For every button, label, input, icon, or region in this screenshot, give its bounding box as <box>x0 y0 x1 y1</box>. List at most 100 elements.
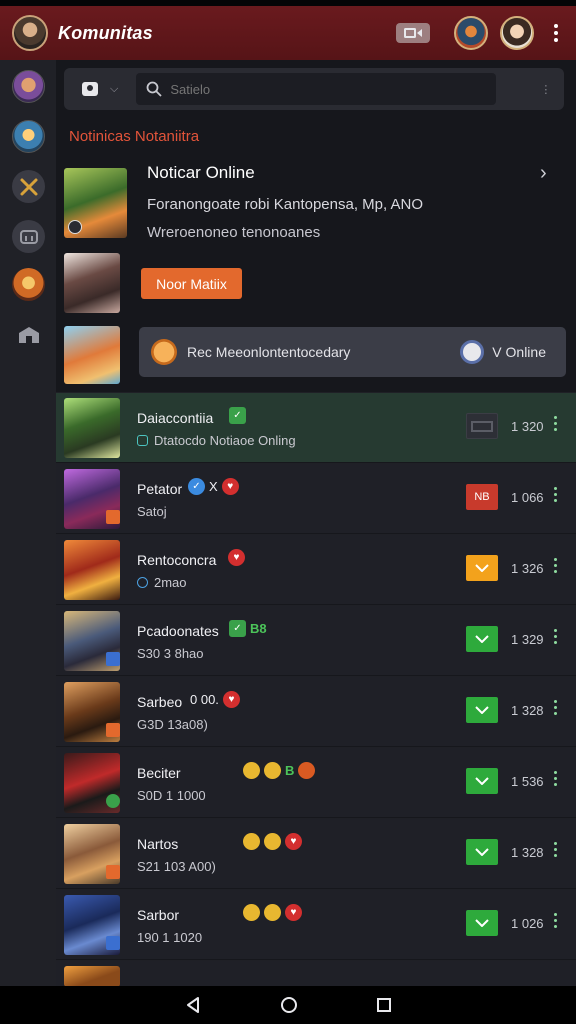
rank-badge-icon <box>106 794 120 808</box>
notice-heading: Noticar Online <box>147 163 255 182</box>
status-indicator <box>466 839 498 865</box>
more-options-icon[interactable] <box>554 416 557 431</box>
notice-thumbnail <box>64 326 120 384</box>
profile-avatar[interactable] <box>12 15 48 51</box>
more-options-icon[interactable] <box>554 558 557 573</box>
verified-icon: ✓ <box>188 478 205 495</box>
list-item[interactable] <box>56 960 576 987</box>
more-options-icon[interactable] <box>554 487 557 502</box>
more-options-icon[interactable] <box>554 771 557 786</box>
member-subtitle: 190 1 1020 <box>137 930 203 945</box>
member-badges: ✓ X ♥ <box>188 478 239 495</box>
camera-icon[interactable] <box>82 82 98 96</box>
overflow-icon[interactable]: ⋮ <box>540 83 551 96</box>
rank-badge-icon <box>106 652 120 666</box>
heart-icon: ♥ <box>222 691 240 708</box>
member-count: 1 320 <box>511 419 544 434</box>
section-title: Notinicas Notaniitra <box>69 128 200 145</box>
rail-guild-avatar[interactable] <box>12 268 45 301</box>
recents-icon[interactable] <box>376 997 392 1013</box>
list-item[interactable]: Sarbeo 0 00. ♥ G3D 13a08) 1 328 <box>56 676 576 746</box>
status-indicator <box>466 413 498 439</box>
home-icon[interactable] <box>280 996 298 1014</box>
member-subtitle-text: 2mao <box>154 575 187 590</box>
check-icon: ✓ <box>229 620 246 637</box>
member-subtitle: S30 3 8hao <box>137 646 204 661</box>
chevron-right-icon[interactable]: › <box>540 162 547 185</box>
member-name: Beciter <box>137 765 181 781</box>
friend-avatar[interactable] <box>454 16 488 50</box>
rank-badge-icon <box>106 723 120 737</box>
shield-icon <box>460 340 485 364</box>
notice-panel: Noticar Online › Foranongoate robi Kanto… <box>64 158 568 388</box>
more-options-icon[interactable] <box>546 24 566 42</box>
flame-icon <box>298 762 316 779</box>
member-name: Daiaccontiia <box>137 410 214 426</box>
member-badges: ✓ B8 <box>229 620 267 637</box>
coin-icon <box>243 762 260 779</box>
rail-user-avatar[interactable] <box>12 70 45 103</box>
heart-icon: ♥ <box>285 833 302 850</box>
rank-badge-icon <box>106 865 120 879</box>
rail-game-avatar[interactable] <box>12 120 45 153</box>
store-icon[interactable] <box>12 318 45 351</box>
member-name: Sarbeo <box>137 694 183 710</box>
status-indicator <box>466 768 498 794</box>
list-item[interactable]: Petator ✓ X ♥ Satoj NB 1 066 <box>56 463 576 533</box>
badge-icon <box>68 220 82 234</box>
friend-avatar[interactable] <box>500 16 534 50</box>
list-item[interactable]: Pcadoonates ✓ B8 S30 3 8hao 1 329 <box>56 605 576 675</box>
badge-text: 0 00. <box>190 692 219 707</box>
badge-text: X <box>209 479 218 494</box>
member-badges: B <box>243 762 316 779</box>
heart-icon: ♥ <box>228 549 245 566</box>
list-item[interactable]: Beciter B S0D 1 1000 1 536 <box>56 747 576 817</box>
notice-thumbnail <box>64 253 120 313</box>
member-name: Petator <box>137 481 183 497</box>
app-bar: Komunitas <box>0 6 576 60</box>
list-item[interactable]: Sarbor ♥ 190 1 1020 1 026 <box>56 889 576 959</box>
crossed-swords-icon[interactable] <box>12 170 45 203</box>
more-options-icon[interactable] <box>554 629 557 644</box>
notice-action-button[interactable]: Noor Matiix <box>141 268 242 299</box>
notice-thumbnail <box>64 168 127 238</box>
side-rail <box>0 60 56 986</box>
online-card[interactable]: Rec Meeonlontentocedary V Online <box>139 327 566 377</box>
badge-text: B8 <box>250 621 267 636</box>
more-options-icon[interactable] <box>554 842 557 857</box>
back-icon[interactable] <box>184 996 202 1014</box>
coin-icon <box>264 762 281 779</box>
member-count: 1 328 <box>511 845 544 860</box>
more-options-icon[interactable] <box>554 913 557 928</box>
system-nav-bar <box>0 986 576 1024</box>
coin-icon <box>264 904 281 921</box>
card-status: V Online <box>492 344 546 360</box>
status-indicator <box>466 697 498 723</box>
member-subtitle: Dtatocdo Notiaoe Onling <box>137 433 296 448</box>
member-count: 1 328 <box>511 703 544 718</box>
more-options-icon[interactable] <box>554 700 557 715</box>
search-input[interactable] <box>170 81 471 97</box>
list-item[interactable]: Daiaccontiia ✓ Dtatocdo Notiaoe Onling 1… <box>56 392 576 462</box>
list-item[interactable]: Nartos ♥ S21 103 A00) 1 328 <box>56 818 576 888</box>
coin-icon <box>243 904 260 921</box>
member-subtitle: Satoj <box>137 504 167 519</box>
search-icon <box>146 81 162 97</box>
member-name: Rentoconcra <box>137 552 217 568</box>
search-box[interactable] <box>136 73 497 105</box>
list-item[interactable]: Rentoconcra ♥ 2mao 1 326 <box>56 534 576 604</box>
member-count: 1 066 <box>511 490 544 505</box>
member-badges: ♥ <box>243 904 302 921</box>
member-name: Nartos <box>137 836 179 852</box>
member-subtitle: 2mao <box>137 575 187 590</box>
heart-icon: ♥ <box>285 904 302 921</box>
member-count: 1 326 <box>511 561 544 576</box>
notice-text: Wreroenoneo tenonoanes <box>147 224 321 241</box>
video-icon <box>404 28 422 38</box>
rank-badge-icon <box>106 936 120 950</box>
video-chat-button[interactable] <box>396 23 430 43</box>
controller-icon[interactable] <box>12 220 45 253</box>
chevron-down-icon[interactable]: ⌵ <box>110 83 118 96</box>
member-badges: ♥ <box>243 833 302 850</box>
coin-icon <box>264 833 281 850</box>
